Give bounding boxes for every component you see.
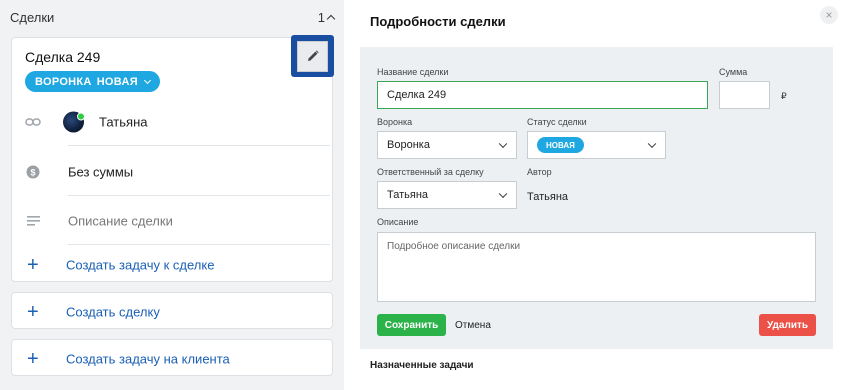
create-deal-task-link[interactable]: + Создать задачу к сделке [12, 248, 334, 282]
deals-header[interactable]: Сделки 1 [10, 8, 336, 26]
author-label: Автор [527, 167, 552, 177]
chevron-down-icon [498, 189, 508, 199]
deals-panel: Сделки 1 Сделка 249 ВОРОНКА НОВАЯ Татьян… [0, 0, 344, 390]
create-deal-link[interactable]: + Создать сделку [12, 293, 334, 330]
status-label: Статус сделки [527, 117, 587, 127]
cancel-button[interactable]: Отмена [455, 320, 491, 331]
funnel-label: Воронка [377, 117, 413, 127]
sum-field[interactable] [719, 81, 770, 109]
description-textarea[interactable] [377, 232, 816, 302]
deals-title: Сделки [10, 9, 55, 25]
description-text: Описание сделки [68, 213, 173, 229]
funnel-value: Воронка [387, 139, 430, 151]
deal-name-label: Название сделки [377, 67, 449, 77]
save-button[interactable]: Сохранить [377, 314, 446, 336]
deals-count[interactable]: 1 [317, 9, 336, 25]
divider [68, 244, 330, 245]
deal-name: Сделка 249 [25, 49, 101, 65]
close-icon[interactable]: × [820, 6, 838, 24]
responsible-label: Ответственный за сделку [377, 167, 484, 177]
funnel-stage-pill[interactable]: ВОРОНКА НОВАЯ [25, 71, 160, 92]
dollar-icon: $ [25, 164, 41, 180]
description-label: Описание [377, 217, 419, 227]
edit-button-highlight[interactable] [291, 35, 334, 77]
details-title: Подробности сделки [370, 14, 506, 29]
divider [68, 145, 330, 146]
currency-symbol: ₽ [781, 91, 787, 101]
status-select[interactable]: НОВАЯ [527, 131, 666, 159]
create-deal-label: Создать сделку [66, 304, 160, 319]
amount-text: Без суммы [68, 164, 134, 180]
link-icon [25, 114, 41, 130]
delete-button[interactable]: Удалить [759, 314, 816, 336]
assigned-tasks-heading: Назначенные задачи [370, 360, 474, 371]
create-client-task-card[interactable]: + Создать задачу на клиента [11, 339, 333, 376]
funnel-label: ВОРОНКА [35, 75, 92, 88]
chevron-down-icon [498, 139, 508, 149]
deal-card: Сделка 249 ВОРОНКА НОВАЯ Татьяна $ Без с… [11, 35, 334, 282]
lines-icon [25, 213, 41, 229]
chevron-up-icon[interactable] [326, 14, 336, 23]
plus-icon: + [27, 300, 39, 323]
pencil-icon [307, 50, 319, 61]
svg-text:$: $ [30, 167, 35, 177]
deals-count-value: 1 [317, 9, 325, 25]
author-value: Татьяна [527, 191, 569, 203]
chevron-down-icon [647, 139, 657, 149]
sum-label: Сумма [719, 67, 748, 77]
amount-row[interactable]: $ Без суммы [12, 148, 334, 196]
plus-icon: + [27, 254, 39, 276]
responsible-name: Татьяна [99, 114, 148, 130]
deal-name-field[interactable]: Сделка 249 [377, 81, 708, 109]
responsible-row[interactable]: Татьяна [12, 98, 334, 146]
divider [68, 195, 330, 196]
create-deal-card[interactable]: + Создать сделку [11, 292, 333, 329]
edit-button[interactable] [297, 40, 328, 72]
responsible-value: Татьяна [387, 189, 429, 201]
create-client-task-link[interactable]: + Создать задачу на клиента [12, 340, 334, 377]
funnel-select[interactable]: Воронка [377, 131, 517, 159]
stage-label: НОВАЯ [96, 75, 138, 88]
plus-icon: + [27, 347, 39, 370]
description-row[interactable]: Описание сделки [12, 197, 334, 245]
responsible-select[interactable]: Татьяна [377, 181, 517, 209]
deal-name-value: Сделка 249 [387, 89, 447, 101]
chevron-down-icon [143, 76, 151, 84]
avatar [63, 111, 85, 133]
status-pill: НОВАЯ [537, 137, 584, 153]
create-deal-task-label: Создать задачу к сделке [66, 257, 215, 273]
create-client-task-label: Создать задачу на клиента [66, 351, 230, 366]
deal-details-form: Название сделки Сделка 249 Сумма ₽ Ворон… [360, 47, 833, 349]
